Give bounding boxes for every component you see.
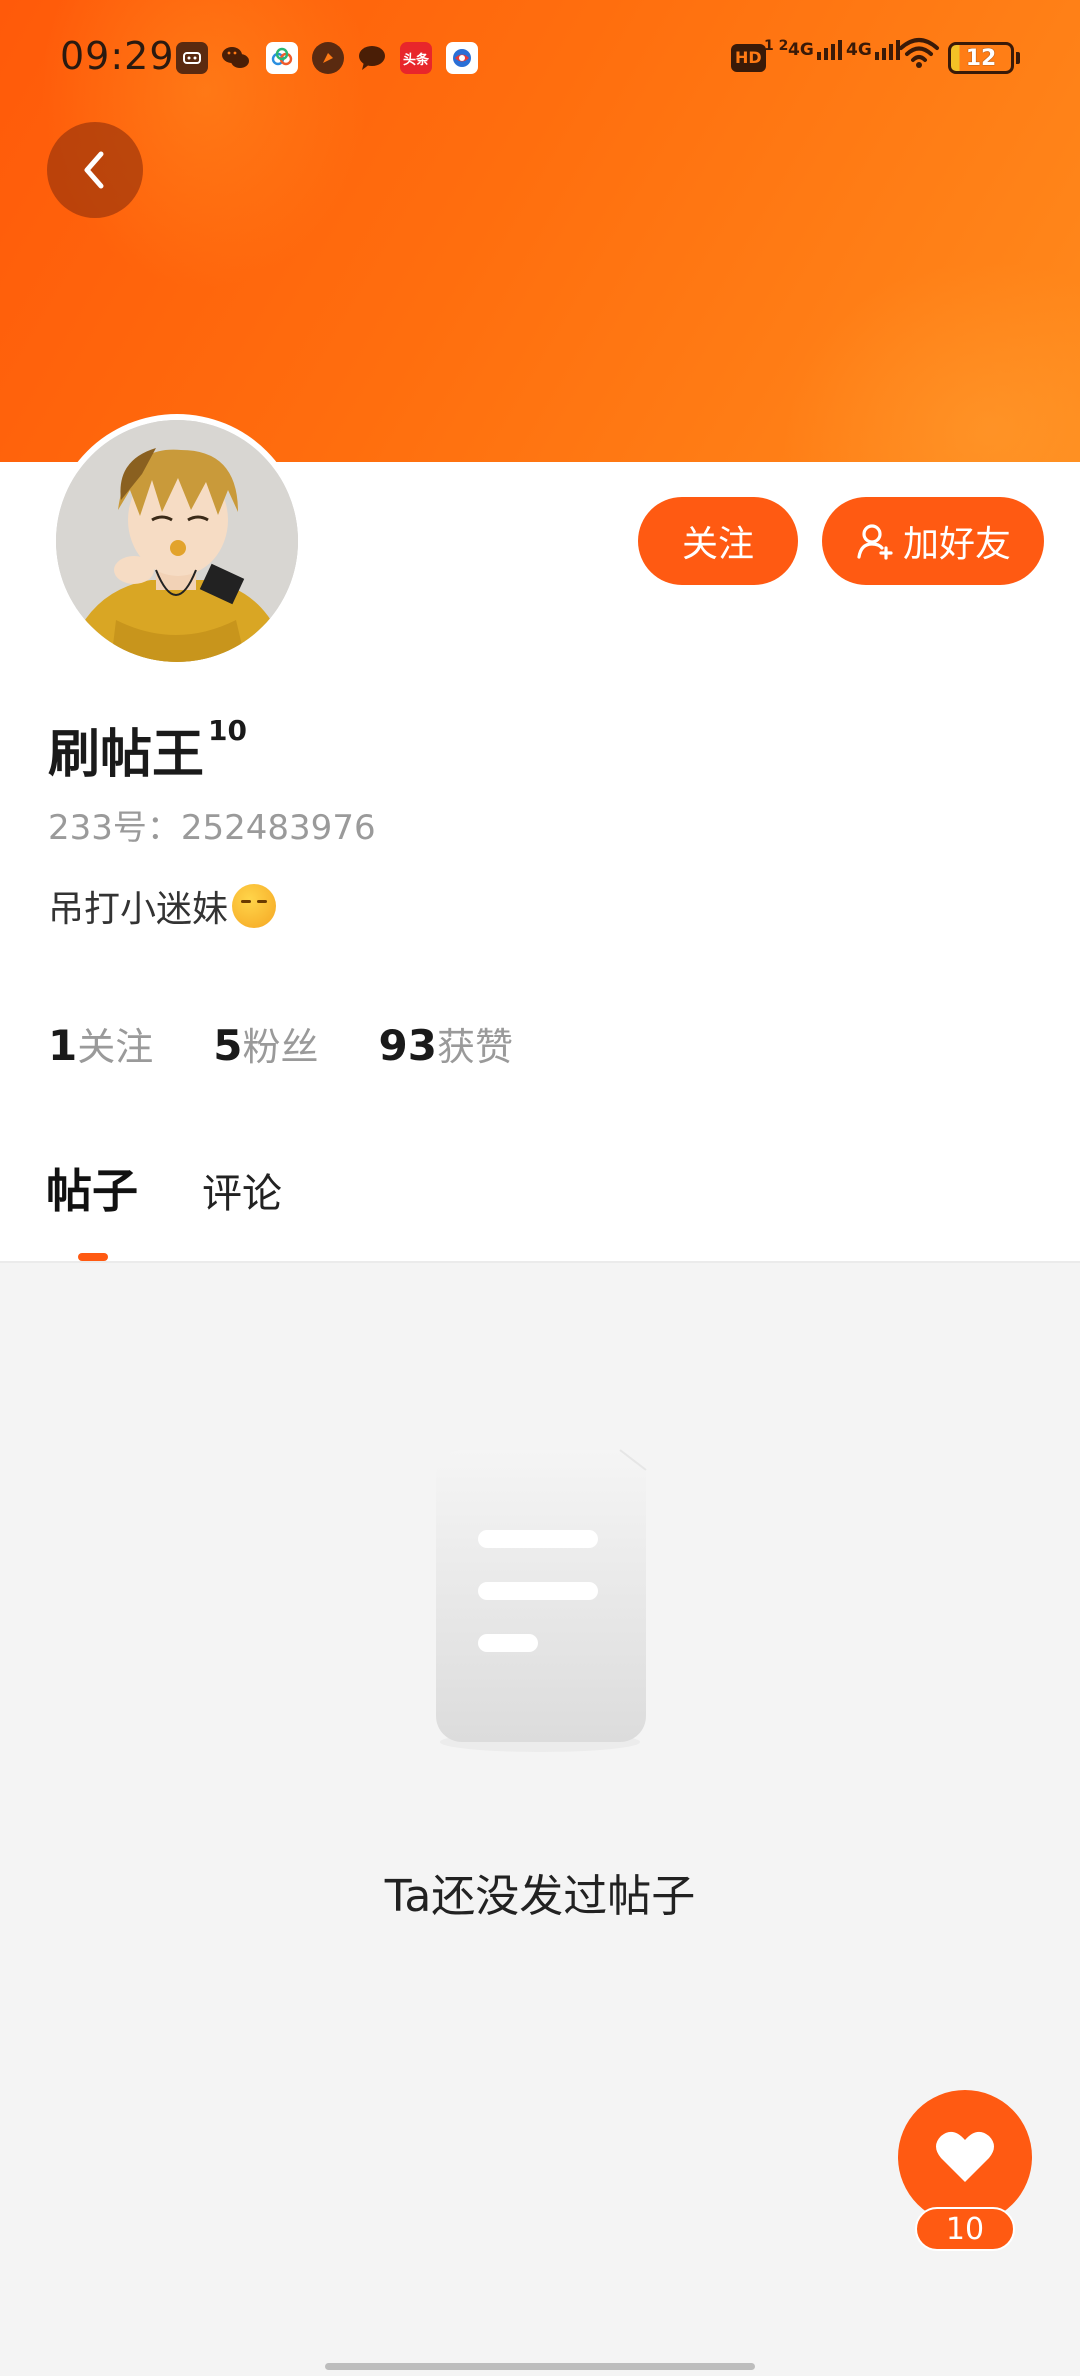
like-count-badge: 10 (915, 2207, 1015, 2251)
battery-tip (1016, 52, 1020, 64)
network-type-label: 4G (788, 40, 814, 60)
user-id: 233号：252483976 (48, 808, 376, 848)
battery-level: 12 (965, 45, 997, 71)
empty-document-icon (380, 1420, 700, 1760)
tab-comments[interactable]: 评论 (202, 1161, 282, 1219)
stat-followers[interactable]: 5 粉丝 (213, 1016, 318, 1071)
profile-nickname: 刷帖王 10 (48, 712, 247, 787)
unamused-emoji-icon (232, 884, 277, 928)
empty-state-message: Ta还没发过帖子 (384, 1871, 696, 1922)
nickname-text: 刷帖王 (48, 725, 205, 785)
user-level-badge: 10 (208, 714, 247, 747)
cloud-app-icon (266, 42, 298, 74)
divider (0, 1261, 1080, 1263)
hd-voice-icon: HD (731, 44, 766, 72)
stat-label: 粉丝 (242, 1025, 319, 1069)
avatar-image (56, 420, 298, 662)
chat-bubble-icon (356, 42, 388, 74)
gamepad-app-icon (176, 42, 208, 74)
chevron-left-icon (84, 151, 104, 189)
network-type-label: 4G (846, 40, 872, 60)
banner-decoration (780, 260, 1080, 462)
status-time: 09:29 (60, 34, 175, 78)
back-button[interactable] (47, 122, 143, 218)
follow-button[interactable]: 关注 (638, 497, 798, 585)
stat-label: 获赞 (436, 1025, 513, 1069)
toutiao-news-icon: 头条 (400, 42, 432, 74)
active-tab-indicator (78, 1253, 108, 1261)
signal-4g-icon: 4G (846, 40, 900, 60)
stat-number: 1 (48, 1021, 78, 1070)
compass-app-icon (312, 42, 344, 74)
stat-following[interactable]: 1 关注 (48, 1016, 153, 1071)
hd-sim-label: 1 2 (764, 38, 789, 54)
wechat-icon (220, 42, 252, 74)
profile-stats: 1 关注 5 粉丝 93 获赞 (48, 1016, 513, 1071)
heart-icon (936, 2131, 994, 2182)
signal-4g-icon: 4G (788, 40, 842, 60)
tab-posts[interactable]: 帖子 (46, 1155, 138, 1221)
bio-text: 吊打小迷妹 (48, 889, 229, 930)
home-indicator[interactable] (325, 2363, 755, 2370)
stat-number: 93 (378, 1021, 437, 1070)
content-tabs: 帖子 评论 (0, 1155, 1080, 1261)
avatar[interactable] (50, 414, 304, 668)
browser-app-icon (446, 42, 478, 74)
battery-icon: 12 (948, 42, 1014, 74)
stat-label: 关注 (77, 1025, 154, 1069)
profile-bio: 吊打小迷妹 (48, 880, 277, 932)
profile-header-banner: 09:29 头条 HD 1 2 4G 4G 12 (0, 0, 1080, 462)
stat-number: 5 (213, 1021, 243, 1070)
add-user-icon (857, 524, 893, 560)
like-button[interactable] (898, 2090, 1032, 2224)
add-friend-button[interactable]: 加好友 (822, 497, 1044, 585)
stat-likes: 93 获赞 (379, 1016, 513, 1071)
status-bar: 09:29 头条 HD 1 2 4G 4G 12 (0, 22, 1080, 94)
profile-screen: 09:29 头条 HD 1 2 4G 4G 12 关注 加好友 刷帖王 10 2… (0, 0, 1080, 2376)
add-friend-label: 加好友 (902, 524, 1011, 565)
wifi-icon (898, 36, 940, 74)
